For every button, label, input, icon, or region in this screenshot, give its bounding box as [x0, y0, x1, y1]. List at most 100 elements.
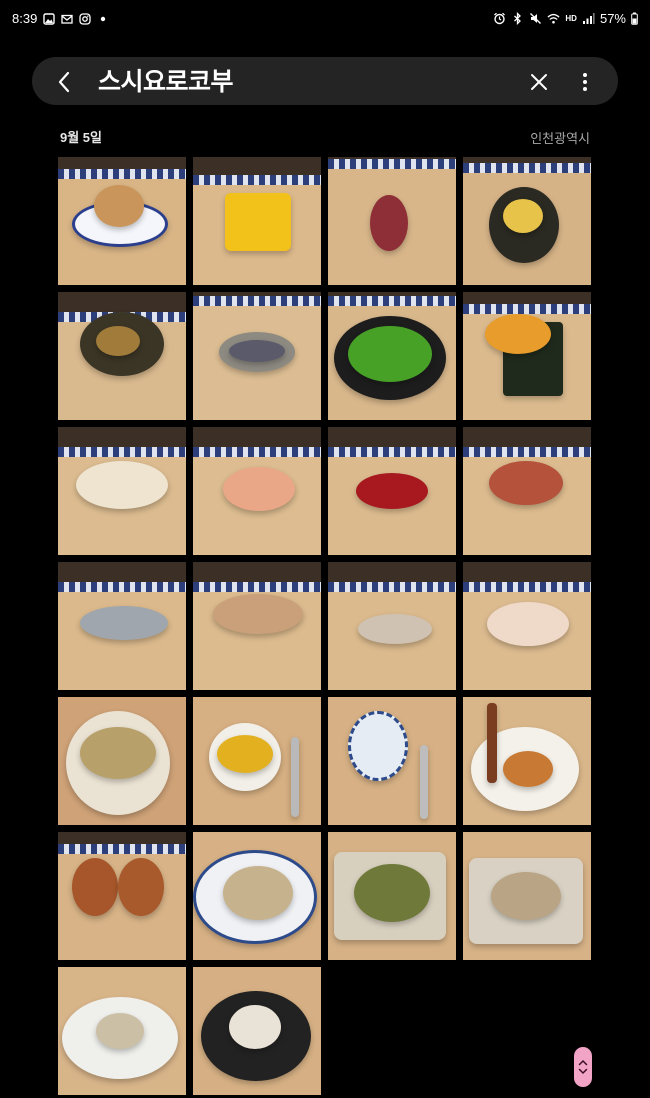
photo-thumbnail-dessert-on-white-plate[interactable]	[463, 697, 591, 825]
photo-background	[58, 427, 186, 457]
photo-thumbnail-abalone-dish[interactable]	[328, 832, 456, 960]
more-options-button[interactable]	[570, 67, 600, 97]
photo-subject-shape	[485, 314, 551, 354]
photo-background	[328, 157, 456, 169]
photo-subject-shape	[96, 1013, 144, 1049]
photo-background	[463, 427, 591, 457]
photo-subject-shape	[80, 606, 168, 640]
photo-thumbnail-chawanmushi-closeup[interactable]	[58, 697, 186, 825]
photo-thumbnail-chawanmushi-with-spoon[interactable]	[193, 697, 321, 825]
photo-background	[463, 562, 591, 592]
photo-thumbnail-fried-rolls[interactable]	[58, 832, 186, 960]
photo-subject-shape	[348, 326, 432, 382]
mute-icon	[529, 12, 542, 25]
status-time: 8:39	[12, 11, 38, 26]
photo-background	[58, 157, 186, 179]
photo-thumbnail-maki-roll[interactable]	[463, 157, 591, 285]
photo-thumbnail-plated-eel-dish[interactable]	[193, 832, 321, 960]
photo-subject-shape	[72, 858, 118, 916]
photo-thumbnail-kohada-nigiri[interactable]	[58, 562, 186, 690]
mail-icon	[61, 13, 73, 25]
chevron-left-icon	[58, 71, 70, 93]
photo-thumbnail-tamago-egg-block[interactable]	[193, 157, 321, 285]
photo-background	[328, 562, 456, 592]
photo-background	[193, 157, 321, 185]
photo-thumbnail-akami-tuna-nigiri[interactable]	[328, 427, 456, 555]
section-date: 9월 5일	[60, 130, 102, 145]
photo-subject-shape	[223, 866, 293, 920]
close-icon	[531, 74, 547, 90]
photo-thumbnail-tuna-nigiri[interactable]	[328, 157, 456, 285]
photo-subject-shape	[487, 602, 569, 646]
search-query[interactable]: 스시요로코부	[98, 67, 234, 97]
section-location[interactable]: 인천광역시	[530, 128, 590, 147]
photo-subject-shape	[348, 711, 408, 781]
photo-subject-shape	[356, 473, 428, 509]
photo-subject-shape	[225, 193, 291, 251]
status-bar: 8:39 HD 57%	[0, 0, 650, 38]
photo-thumbnail-white-fish-salad[interactable]	[58, 967, 186, 1095]
photo-subject-shape	[94, 185, 144, 227]
status-left: 8:39	[12, 11, 109, 26]
photo-subject-shape	[489, 461, 563, 505]
photo-background	[193, 292, 321, 306]
photo-background	[58, 832, 186, 854]
hd-voice-icon: HD	[565, 12, 577, 25]
photo-subject-shape	[354, 864, 430, 922]
photo-thumbnail-abalone-dish-2[interactable]	[463, 832, 591, 960]
photo-subject-shape	[96, 326, 140, 356]
photo-subject-shape	[503, 751, 553, 787]
photo-thumbnail-shrimp-nigiri[interactable]	[193, 427, 321, 555]
chevron-up-icon	[578, 1059, 588, 1066]
photo-subject-shape	[487, 703, 497, 783]
photo-subject-shape	[358, 614, 432, 644]
fast-scroll-handle[interactable]	[574, 1047, 592, 1087]
instagram-icon	[79, 12, 91, 25]
alarm-icon	[493, 12, 506, 25]
photo-thumbnail-white-fish-nigiri-2[interactable]	[463, 562, 591, 690]
photo-thumbnail-mackerel-nigiri[interactable]	[193, 292, 321, 420]
photo-thumbnail-rice-dish-dark-plate[interactable]	[193, 967, 321, 1095]
photo-background	[193, 562, 321, 592]
photo-subject-shape	[76, 461, 168, 509]
photo-subject-shape	[223, 467, 295, 511]
photo-subject-shape	[229, 340, 285, 362]
photo-background	[328, 292, 456, 306]
photo-background	[463, 157, 591, 173]
photo-thumbnail-fatty-tuna-nigiri[interactable]	[463, 427, 591, 555]
photo-subject-shape	[80, 727, 156, 779]
search-bar[interactable]: 스시요로코부	[32, 57, 618, 105]
photo-subject-shape	[217, 735, 273, 773]
clear-search-button[interactable]	[524, 67, 554, 97]
back-button[interactable]	[50, 67, 80, 97]
photo-subject-shape	[118, 858, 164, 916]
chevron-down-icon	[578, 1068, 588, 1075]
bluetooth-icon	[511, 12, 524, 25]
battery-icon	[631, 12, 638, 25]
photo-subject-shape	[213, 594, 303, 634]
photo-thumbnail-futomaki-roll[interactable]	[58, 292, 186, 420]
more-vertical-icon	[583, 73, 587, 91]
photo-background	[463, 292, 591, 314]
photo-background	[193, 427, 321, 457]
notification-dot-icon	[97, 13, 109, 25]
battery-text: 57%	[599, 11, 626, 26]
photo-subject-shape	[491, 872, 561, 920]
photo-subject-shape	[370, 195, 408, 251]
photo-background	[58, 562, 186, 592]
wifi-icon	[547, 12, 560, 25]
signal-icon	[582, 12, 595, 25]
hd-label: HD	[565, 13, 577, 23]
photo-thumbnail-uni-gunkan[interactable]	[463, 292, 591, 420]
photo-subject-shape	[503, 199, 543, 233]
photo-thumbnail-lidded-cup-with-spoon[interactable]	[328, 697, 456, 825]
photo-background	[328, 427, 456, 457]
image-icon	[43, 12, 56, 25]
photo-thumbnail-green-soup-bowl[interactable]	[328, 292, 456, 420]
photo-thumbnail-sweet-bun-on-blue-plate[interactable]	[58, 157, 186, 285]
status-right: HD 57%	[493, 11, 638, 26]
photo-subject-shape	[291, 737, 299, 817]
photo-thumbnail-aji-nigiri[interactable]	[193, 562, 321, 690]
photo-thumbnail-sanma-nigiri[interactable]	[328, 562, 456, 690]
photo-thumbnail-white-fish-nigiri[interactable]	[58, 427, 186, 555]
